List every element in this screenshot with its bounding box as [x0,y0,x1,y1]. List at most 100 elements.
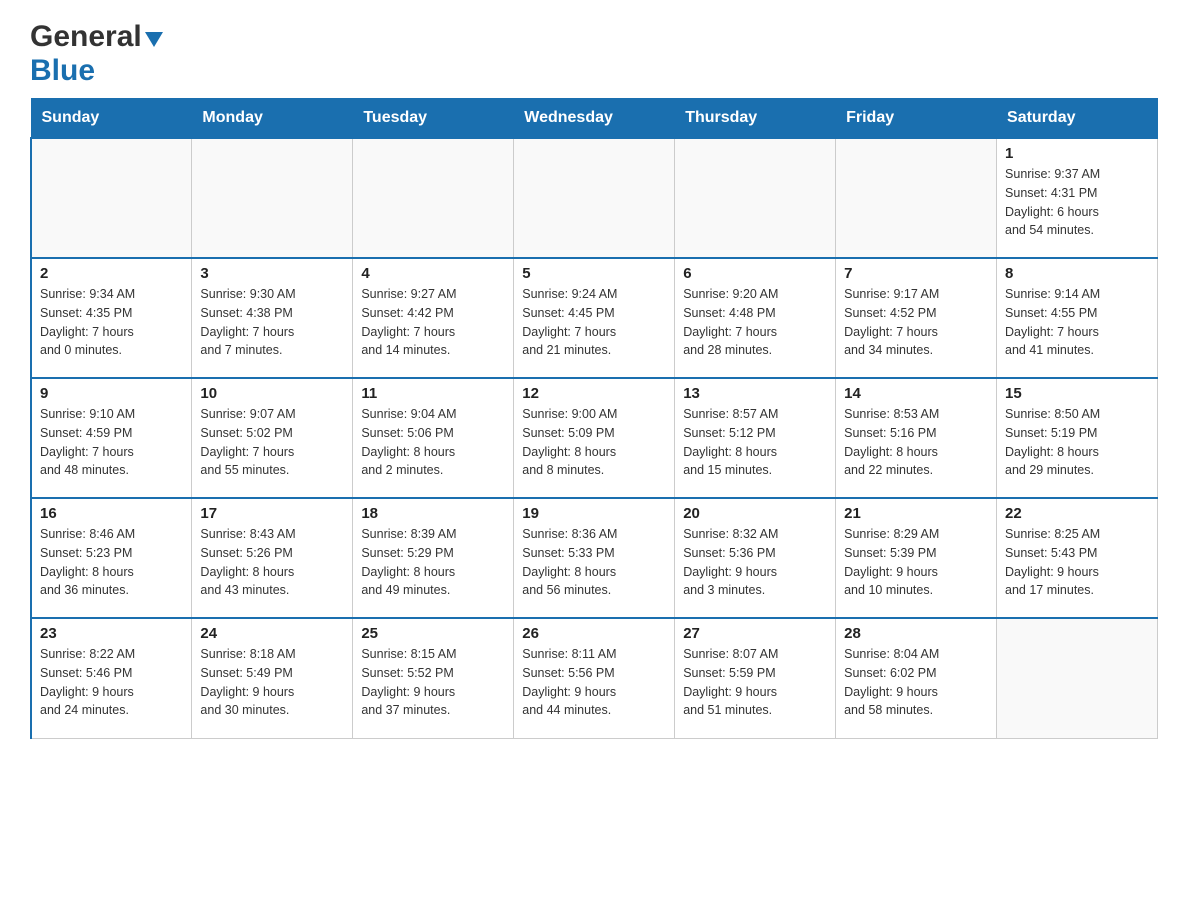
calendar-week-2: 2Sunrise: 9:34 AM Sunset: 4:35 PM Daylig… [31,258,1158,378]
day-info: Sunrise: 9:10 AM Sunset: 4:59 PM Dayligh… [40,405,183,480]
calendar-cell: 18 Sunrise: 8:39 AM Sunset: 5:29 PM Dayli… [353,498,514,618]
weekday-header-tuesday: Tuesday [353,99,514,139]
calendar-cell: 19 Sunrise: 8:36 AM Sunset: 5:33 PM Dayli… [514,498,675,618]
calendar-week-5: 23 Sunrise: 8:22 AM Sunset: 5:46 PM Dayli… [31,618,1158,738]
day-number: 25 [361,625,505,642]
day-info: Sunrise: 8:50 AM Sunset: 5:19 PM Dayligh… [1005,405,1149,480]
day-number: 2 [40,265,183,282]
day-number: 24 [200,625,344,642]
calendar-body: 1 Sunrise: 9:37 AM Sunset: 4:31 PM Daylig… [31,138,1158,738]
day-number: 15 [1005,385,1149,402]
calendar-cell: 22 Sunrise: 8:25 AM Sunset: 5:43 PM Dayli… [997,498,1158,618]
day-number: 28 [844,625,988,642]
calendar-cell: 15 Sunrise: 8:50 AM Sunset: 5:19 PM Dayli… [997,378,1158,498]
day-info: Sunrise: 8:07 AM Sunset: 5:59 PM Dayligh… [683,645,827,720]
day-info: Sunrise: 8:25 AM Sunset: 5:43 PM Dayligh… [1005,525,1149,600]
day-info: Sunrise: 9:04 AM Sunset: 5:06 PM Dayligh… [361,405,505,480]
day-number: 16 [40,505,183,522]
logo: General Blue [30,20,163,88]
calendar-cell [514,138,675,258]
calendar-cell [192,138,353,258]
day-info: Sunrise: 9:30 AM Sunset: 4:38 PM Dayligh… [200,285,344,360]
day-info: Sunrise: 9:17 AM Sunset: 4:52 PM Dayligh… [844,285,988,360]
calendar-cell: 26 Sunrise: 8:11 AM Sunset: 5:56 PM Dayli… [514,618,675,738]
calendar-week-4: 16 Sunrise: 8:46 AM Sunset: 5:23 PM Dayli… [31,498,1158,618]
calendar-cell: 6 Sunrise: 9:20 AM Sunset: 4:48 PM Daylig… [675,258,836,378]
logo-general-text: General [30,20,142,54]
calendar-week-3: 9 Sunrise: 9:10 AM Sunset: 4:59 PM Daylig… [31,378,1158,498]
weekday-header-row: SundayMondayTuesdayWednesdayThursdayFrid… [31,99,1158,139]
calendar-cell: 24 Sunrise: 8:18 AM Sunset: 5:49 PM Dayli… [192,618,353,738]
day-number: 18 [361,505,505,522]
calendar-cell: 8 Sunrise: 9:14 AM Sunset: 4:55 PM Daylig… [997,258,1158,378]
day-number: 26 [522,625,666,642]
logo-triangle-icon [145,32,163,47]
weekday-header-sunday: Sunday [31,99,192,139]
day-info: Sunrise: 9:27 AM Sunset: 4:42 PM Dayligh… [361,285,505,360]
day-number: 5 [522,265,666,282]
day-number: 11 [361,385,505,402]
calendar-cell [31,138,192,258]
day-info: Sunrise: 8:53 AM Sunset: 5:16 PM Dayligh… [844,405,988,480]
day-info: Sunrise: 8:32 AM Sunset: 5:36 PM Dayligh… [683,525,827,600]
day-number: 19 [522,505,666,522]
day-number: 9 [40,385,183,402]
page-header: General Blue [30,20,1158,88]
weekday-header-wednesday: Wednesday [514,99,675,139]
day-number: 10 [200,385,344,402]
day-info: Sunrise: 9:20 AM Sunset: 4:48 PM Dayligh… [683,285,827,360]
calendar-cell [675,138,836,258]
day-info: Sunrise: 8:46 AM Sunset: 5:23 PM Dayligh… [40,525,183,600]
weekday-header-monday: Monday [192,99,353,139]
calendar-cell: 11 Sunrise: 9:04 AM Sunset: 5:06 PM Dayli… [353,378,514,498]
calendar-cell [997,618,1158,738]
day-number: 20 [683,505,827,522]
day-info: Sunrise: 8:43 AM Sunset: 5:26 PM Dayligh… [200,525,344,600]
day-number: 4 [361,265,505,282]
calendar-cell: 7 Sunrise: 9:17 AM Sunset: 4:52 PM Daylig… [836,258,997,378]
calendar-cell: 27Sunrise: 8:07 AM Sunset: 5:59 PM Dayli… [675,618,836,738]
day-number: 1 [1005,145,1149,162]
day-info: Sunrise: 8:15 AM Sunset: 5:52 PM Dayligh… [361,645,505,720]
weekday-header-friday: Friday [836,99,997,139]
day-number: 6 [683,265,827,282]
day-info: Sunrise: 9:37 AM Sunset: 4:31 PM Dayligh… [1005,165,1149,240]
calendar-cell: 1 Sunrise: 9:37 AM Sunset: 4:31 PM Daylig… [997,138,1158,258]
day-info: Sunrise: 8:18 AM Sunset: 5:49 PM Dayligh… [200,645,344,720]
weekday-header-thursday: Thursday [675,99,836,139]
calendar-cell: 16 Sunrise: 8:46 AM Sunset: 5:23 PM Dayli… [31,498,192,618]
calendar-cell: 28Sunrise: 8:04 AM Sunset: 6:02 PM Dayli… [836,618,997,738]
calendar-week-1: 1 Sunrise: 9:37 AM Sunset: 4:31 PM Daylig… [31,138,1158,258]
day-number: 13 [683,385,827,402]
day-info: Sunrise: 9:00 AM Sunset: 5:09 PM Dayligh… [522,405,666,480]
day-number: 3 [200,265,344,282]
calendar-header: SundayMondayTuesdayWednesdayThursdayFrid… [31,99,1158,139]
day-info: Sunrise: 8:57 AM Sunset: 5:12 PM Dayligh… [683,405,827,480]
day-number: 22 [1005,505,1149,522]
logo-blue-text: Blue [30,54,95,87]
calendar-cell: 9 Sunrise: 9:10 AM Sunset: 4:59 PM Daylig… [31,378,192,498]
calendar-cell: 20 Sunrise: 8:32 AM Sunset: 5:36 PM Dayli… [675,498,836,618]
day-info: Sunrise: 8:39 AM Sunset: 5:29 PM Dayligh… [361,525,505,600]
day-number: 21 [844,505,988,522]
day-number: 7 [844,265,988,282]
day-info: Sunrise: 9:14 AM Sunset: 4:55 PM Dayligh… [1005,285,1149,360]
calendar-cell: 23 Sunrise: 8:22 AM Sunset: 5:46 PM Dayli… [31,618,192,738]
day-number: 12 [522,385,666,402]
day-number: 17 [200,505,344,522]
day-number: 14 [844,385,988,402]
calendar-cell: 21Sunrise: 8:29 AM Sunset: 5:39 PM Dayli… [836,498,997,618]
day-number: 23 [40,625,183,642]
day-number: 8 [1005,265,1149,282]
day-info: Sunrise: 8:11 AM Sunset: 5:56 PM Dayligh… [522,645,666,720]
day-info: Sunrise: 8:36 AM Sunset: 5:33 PM Dayligh… [522,525,666,600]
day-info: Sunrise: 9:24 AM Sunset: 4:45 PM Dayligh… [522,285,666,360]
calendar-cell: 5 Sunrise: 9:24 AM Sunset: 4:45 PM Daylig… [514,258,675,378]
day-info: Sunrise: 8:22 AM Sunset: 5:46 PM Dayligh… [40,645,183,720]
calendar-cell: 14 Sunrise: 8:53 AM Sunset: 5:16 PM Dayli… [836,378,997,498]
calendar-table: SundayMondayTuesdayWednesdayThursdayFrid… [30,98,1158,739]
calendar-cell: 10Sunrise: 9:07 AM Sunset: 5:02 PM Dayli… [192,378,353,498]
calendar-cell: 17 Sunrise: 8:43 AM Sunset: 5:26 PM Dayli… [192,498,353,618]
weekday-header-saturday: Saturday [997,99,1158,139]
calendar-cell [353,138,514,258]
